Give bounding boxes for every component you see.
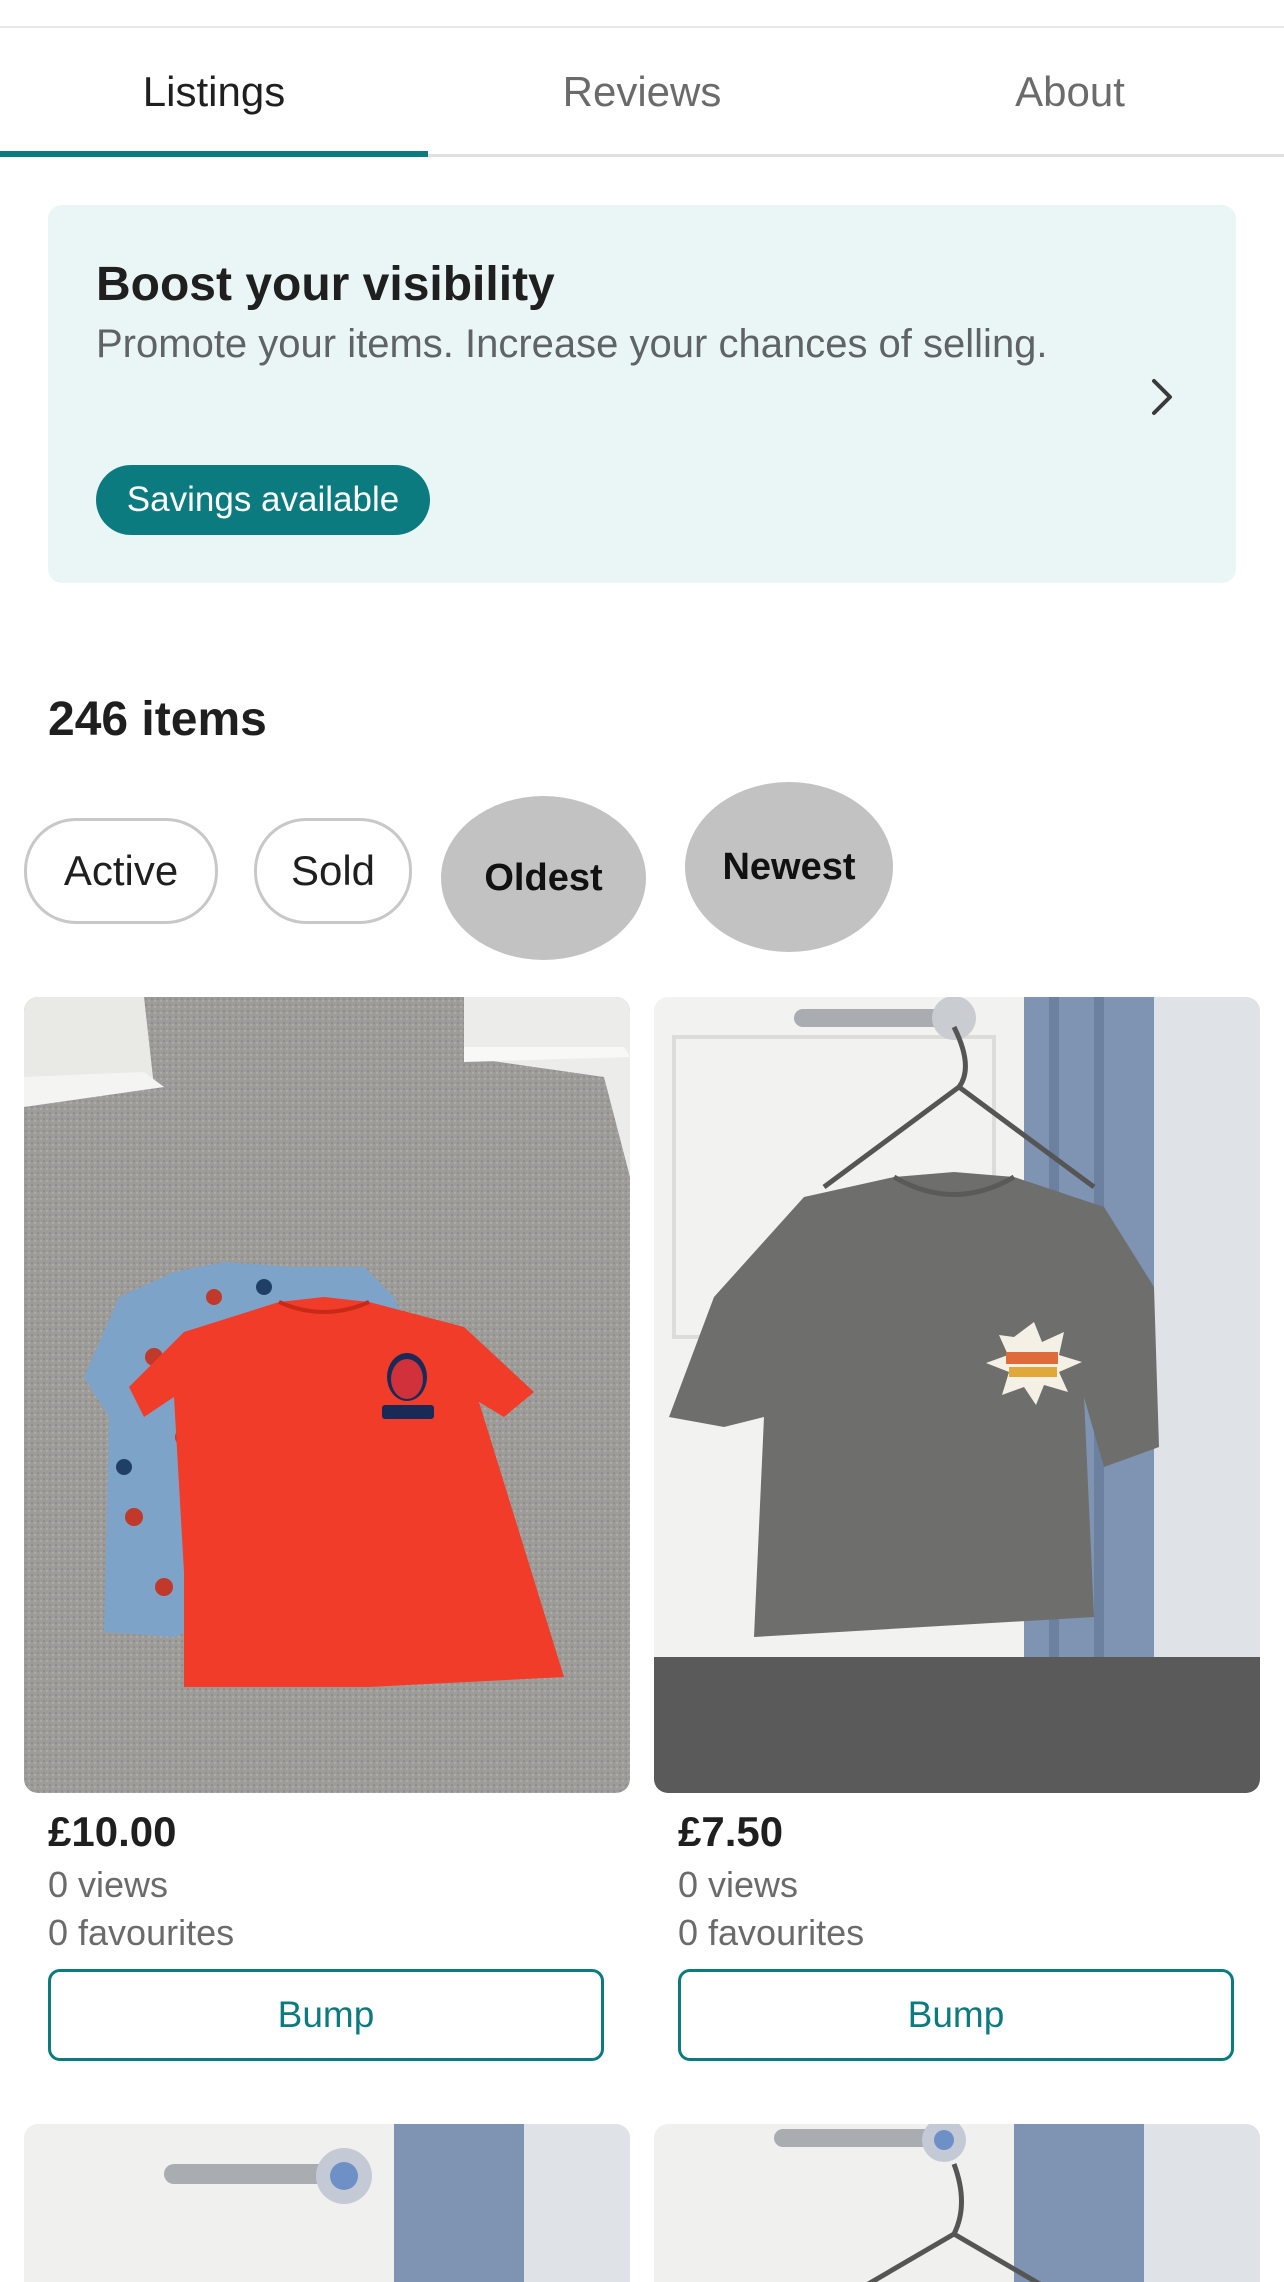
sort-oldest-chip[interactable]: Oldest xyxy=(441,796,646,960)
items-count: 246 items xyxy=(48,693,267,746)
filter-sold-chip[interactable]: Sold xyxy=(254,818,412,924)
product-views-2: 0 views xyxy=(678,1864,799,1905)
product-photo-partial-3 xyxy=(24,2124,630,2282)
product-image-3[interactable] xyxy=(24,2124,630,2282)
tab-reviews[interactable]: Reviews xyxy=(428,28,856,156)
profile-listings-page: Listings Reviews About Boost your visibi… xyxy=(0,0,1284,2282)
product-photo-grey-tshirt xyxy=(654,997,1260,1793)
product-image-2[interactable] xyxy=(654,997,1260,1793)
promo-title: Boost your visibility xyxy=(96,258,555,311)
boost-visibility-card[interactable]: Boost your visibility Promote your items… xyxy=(48,205,1236,583)
bump-button-1[interactable]: Bump xyxy=(48,1969,604,2061)
product-favourites-1: 0 favourites xyxy=(48,1912,235,1953)
active-tab-indicator xyxy=(0,151,428,157)
promo-description: Promote your items. Increase your chance… xyxy=(96,322,1048,366)
savings-badge: Savings available xyxy=(96,465,430,535)
product-photo-spiderman-tshirts xyxy=(24,997,630,1793)
sort-newest-chip[interactable]: Newest xyxy=(685,782,893,952)
profile-tabs: Listings Reviews About xyxy=(0,28,1284,156)
filter-active-chip[interactable]: Active xyxy=(24,818,218,924)
product-favourites-2: 0 favourites xyxy=(678,1912,865,1953)
tab-about[interactable]: About xyxy=(856,28,1284,156)
product-image-1[interactable] xyxy=(24,997,630,1793)
product-photo-partial-4 xyxy=(654,2124,1260,2282)
chevron-right-icon xyxy=(1152,379,1172,415)
product-views-1: 0 views xyxy=(48,1864,169,1905)
product-price-2: £7.50 xyxy=(678,1808,784,1855)
product-price-1: £10.00 xyxy=(48,1808,177,1855)
product-image-4[interactable] xyxy=(654,2124,1260,2282)
tab-listings[interactable]: Listings xyxy=(0,28,428,156)
bump-button-2[interactable]: Bump xyxy=(678,1969,1234,2061)
